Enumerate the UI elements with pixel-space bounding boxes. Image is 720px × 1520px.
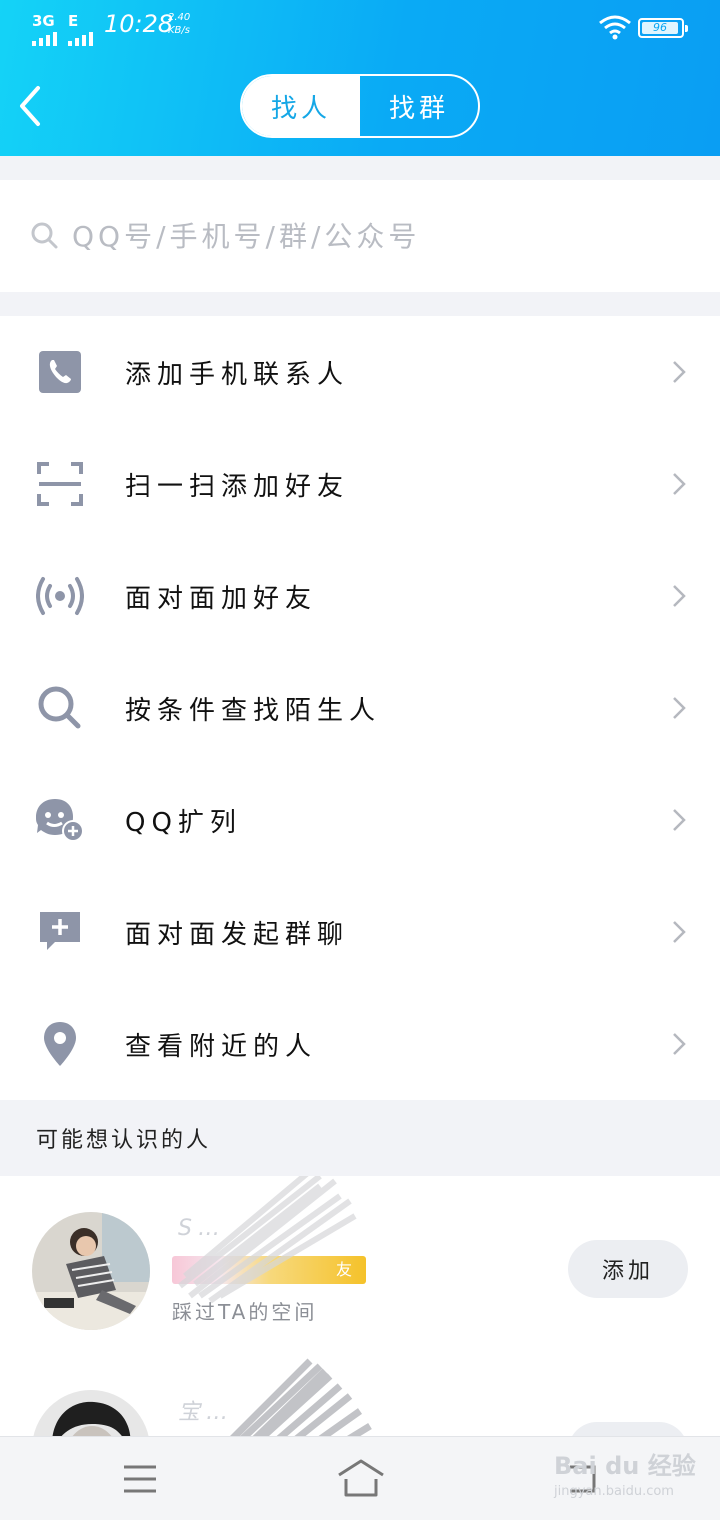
watermark-url: jingyan.baidu.com: [554, 1484, 674, 1499]
tab-find-people[interactable]: 找人: [242, 76, 360, 136]
chevron-right-icon: [673, 585, 686, 607]
chevron-right-icon: [673, 921, 686, 943]
suggestions-title: 可能想认识的人: [36, 1128, 212, 1153]
menu-item-nearby-people[interactable]: 查看附近的人: [0, 988, 720, 1100]
chevron-right-icon: [673, 809, 686, 831]
menu-item-qq-expand[interactable]: QQ扩列: [0, 764, 720, 876]
home-icon[interactable]: [336, 1457, 386, 1501]
menu-item-scan[interactable]: 扫一扫添加好友: [0, 428, 720, 540]
signal-bars-icon: [68, 32, 93, 46]
location-pin-icon: [35, 1019, 85, 1069]
clock: 10:28: [104, 10, 174, 38]
menu-item-label: 面对面加好友: [125, 583, 318, 614]
menu-item-face-to-face-add[interactable]: 面对面加好友: [0, 540, 720, 652]
signal-bars-icon: [32, 32, 57, 46]
watermark-logo: Bai du 经验: [554, 1452, 696, 1480]
radar-icon: [35, 571, 85, 621]
add-friend-button[interactable]: 添加: [568, 1240, 688, 1298]
chevron-right-icon: [673, 361, 686, 383]
chevron-right-icon: [673, 697, 686, 719]
menu-item-label: 查看附近的人: [125, 1031, 318, 1062]
chevron-right-icon: [673, 1033, 686, 1055]
search-icon: [31, 222, 58, 249]
menu-icon[interactable]: [118, 1457, 162, 1501]
tab-find-groups[interactable]: 找群: [360, 76, 478, 136]
chevron-left-icon: [20, 86, 40, 126]
phone-icon: [35, 347, 85, 397]
status-bar: 3G E 10:28 2.40 KB/s 96: [0, 0, 720, 50]
search-input[interactable]: [72, 219, 672, 253]
header-bar: 3G E 10:28 2.40 KB/s 96 找人 找群: [0, 0, 720, 156]
search-icon: [35, 683, 85, 733]
menu-item-label: 按条件查找陌生人: [125, 695, 382, 726]
person-name: 宝…: [178, 1400, 235, 1425]
scan-icon: [35, 459, 85, 509]
person-name: S…: [178, 1216, 226, 1241]
tab-switcher: 找人 找群: [240, 74, 480, 138]
battery-level: 96: [642, 22, 679, 34]
network-speed: 2.40 KB/s: [168, 11, 190, 37]
avatar[interactable]: [32, 1212, 150, 1330]
face-plus-icon: [35, 795, 85, 845]
suggestion-card[interactable]: S… 友 踩过TA的空间 添加: [0, 1176, 720, 1356]
chat-plus-icon: [35, 907, 85, 957]
menu-item-phone-contacts[interactable]: 添加手机联系人: [0, 316, 720, 428]
battery-icon: 96: [638, 18, 688, 38]
network-e-label: E: [68, 12, 79, 30]
person-tag: 友: [172, 1256, 366, 1284]
back-button[interactable]: [14, 84, 54, 128]
add-options-list: 添加手机联系人 扫一扫添加好友 面对面加好友 按条件查找陌生人 QQ扩列 面对面…: [0, 316, 720, 1100]
menu-item-start-group-chat[interactable]: 面对面发起群聊: [0, 876, 720, 988]
network-3g-label: 3G: [32, 12, 55, 30]
menu-item-label: 扫一扫添加好友: [125, 471, 350, 502]
person-hint: 踩过TA的空间: [172, 1300, 318, 1324]
menu-item-label: 添加手机联系人: [125, 359, 350, 390]
speed-value: 2.40: [168, 12, 191, 23]
search-bar: [0, 180, 720, 292]
speed-unit: KB/s: [168, 25, 190, 36]
menu-item-search-strangers[interactable]: 按条件查找陌生人: [0, 652, 720, 764]
menu-item-label: QQ扩列: [125, 807, 242, 838]
menu-item-label: 面对面发起群聊: [125, 919, 350, 950]
chevron-right-icon: [673, 473, 686, 495]
wifi-icon: [599, 15, 631, 40]
